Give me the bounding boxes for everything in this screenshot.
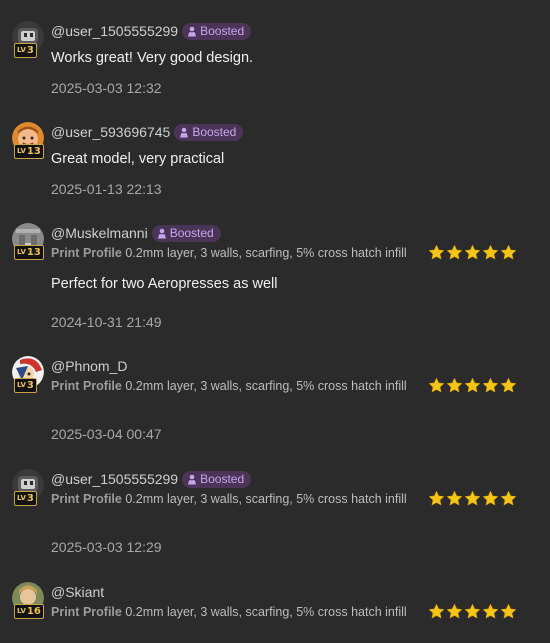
print-profile-value: 0.2mm layer, 3 walls, scarfing, 5% cross… [125,492,407,506]
boosted-badge: Boosted [174,123,244,141]
boosted-label: Boosted [169,226,214,240]
level-badge: LV13 [14,245,44,260]
star-icon [482,377,499,394]
comment-timestamp: 2025-03-03 12:29 [51,539,162,555]
avatar[interactable]: LV3 [11,356,45,393]
print-profile-value: 0.2mm layer, 3 walls, scarfing, 5% cross… [125,379,407,393]
star-icon [482,490,499,507]
comment-text: Works great! Very good design. [51,50,254,66]
star-icon [500,244,517,261]
username[interactable]: @Phnom_D [51,358,127,374]
star-icon [500,377,517,394]
comment-timestamp: 2025-01-13 22:13 [51,181,162,197]
print-profile-label: Print Profile [51,379,122,393]
username[interactable]: @user_1505555299 [51,23,178,39]
star-icon [482,244,499,261]
star-icon [446,377,463,394]
star-icon [482,603,499,620]
boost-icon [179,127,189,138]
star-icon [464,603,481,620]
star-icon [500,603,517,620]
boosted-badge: Boosted [182,22,252,40]
star-icon [446,490,463,507]
username[interactable]: @user_1505555299 [51,471,178,487]
avatar[interactable]: LV3 [11,469,45,506]
print-profile-label: Print Profile [51,605,122,619]
rating-stars [428,377,517,394]
print-profile: Print Profile 0.2mm layer, 3 walls, scar… [51,246,407,260]
print-profile: Print Profile 0.2mm layer, 3 walls, scar… [51,379,407,393]
star-icon [464,377,481,394]
level-badge: LV3 [14,378,37,393]
level-badge: LV13 [14,144,44,159]
rating-stars [428,244,517,261]
username[interactable]: @Muskelmanni [51,225,148,241]
comment-text: Perfect for two Aeropresses as well [51,276,278,292]
avatar[interactable]: LV3 [11,21,45,58]
print-profile: Print Profile 0.2mm layer, 3 walls, scar… [51,605,407,619]
star-icon [428,377,445,394]
star-icon [464,490,481,507]
boosted-label: Boosted [200,472,245,486]
avatar[interactable]: LV13 [11,223,45,260]
boosted-badge: Boosted [151,224,221,242]
print-profile-value: 0.2mm layer, 3 walls, scarfing, 5% cross… [125,246,407,260]
print-profile-value: 0.2mm layer, 3 walls, scarfing, 5% cross… [125,605,407,619]
level-badge: LV3 [14,43,37,58]
boosted-badge: Boosted [182,470,252,488]
boost-icon [157,228,167,239]
star-icon [500,490,517,507]
level-badge: LV3 [14,491,37,506]
comment-timestamp: 2025-03-04 00:47 [51,426,162,442]
star-icon [446,603,463,620]
level-badge: LV16 [14,604,44,619]
username[interactable]: @Skiant [51,584,104,600]
star-icon [428,244,445,261]
star-icon [446,244,463,261]
avatar[interactable]: LV16 [11,582,45,619]
star-icon [464,244,481,261]
print-profile-label: Print Profile [51,492,122,506]
star-icon [428,603,445,620]
comment-timestamp: 2025-03-03 12:32 [51,80,162,96]
comment-timestamp: 2024-10-31 21:49 [51,314,162,330]
boosted-label: Boosted [200,24,245,38]
avatar[interactable]: LV13 [11,122,45,159]
boost-icon [187,474,197,485]
username[interactable]: @user_593696745 [51,124,170,140]
comment-text: Great model, very practical [51,151,225,167]
print-profile-label: Print Profile [51,246,122,260]
boost-icon [187,26,197,37]
rating-stars [428,490,517,507]
star-icon [428,490,445,507]
rating-stars [428,603,517,620]
print-profile: Print Profile 0.2mm layer, 3 walls, scar… [51,492,407,506]
boosted-label: Boosted [192,125,237,139]
